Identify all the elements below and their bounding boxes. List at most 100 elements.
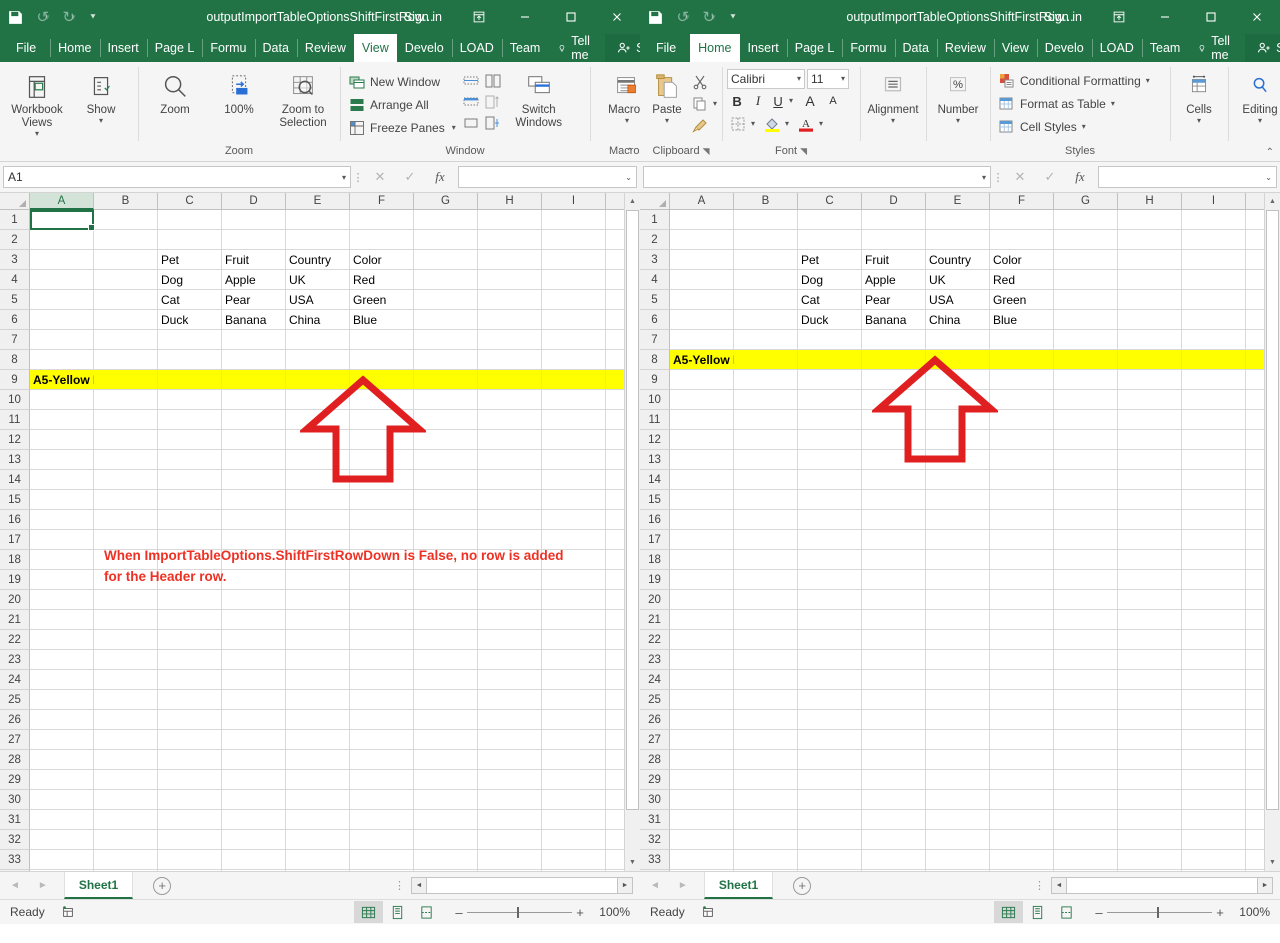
cell-A20[interactable] <box>30 590 94 610</box>
cell-B14[interactable] <box>94 470 158 490</box>
cell-C31[interactable] <box>158 810 222 830</box>
grid-row[interactable]: 20 <box>0 590 640 610</box>
grid-row[interactable]: 16 <box>0 510 640 530</box>
cell-F8[interactable] <box>990 350 1054 370</box>
cell-H31[interactable] <box>1118 810 1182 830</box>
cell-C11[interactable] <box>158 410 222 430</box>
cell-F7[interactable] <box>350 330 414 350</box>
cell-F27[interactable] <box>990 730 1054 750</box>
cell-D8[interactable] <box>862 350 926 370</box>
cell-A32[interactable] <box>30 830 94 850</box>
cell-C15[interactable] <box>158 490 222 510</box>
cell-D7[interactable] <box>222 330 286 350</box>
cell-E7[interactable] <box>286 330 350 350</box>
row-header-17[interactable]: 17 <box>0 530 30 550</box>
cell-I28[interactable] <box>1182 750 1246 770</box>
cell-A17[interactable] <box>670 530 734 550</box>
row-header-2[interactable]: 2 <box>640 230 670 250</box>
cell-H4[interactable] <box>478 270 542 290</box>
cell-I8[interactable] <box>542 350 606 370</box>
cell-H32[interactable] <box>478 830 542 850</box>
cell-D7[interactable] <box>862 330 926 350</box>
row-header-34[interactable]: 34 <box>0 870 30 871</box>
expand-formula-bar-icon[interactable]: ⌄ <box>1265 173 1272 182</box>
cell-E10[interactable] <box>926 390 990 410</box>
row-header-11[interactable]: 11 <box>640 410 670 430</box>
cell-E4[interactable]: UK <box>926 270 990 290</box>
cell-A28[interactable] <box>30 750 94 770</box>
normal-view-button[interactable] <box>354 901 383 923</box>
cell-C28[interactable] <box>158 750 222 770</box>
cell-D4[interactable]: Apple <box>862 270 926 290</box>
cell-G21[interactable] <box>1054 610 1118 630</box>
grid-row[interactable]: 12 <box>0 430 640 450</box>
cell-styles-button[interactable]: Cell Styles ▾ <box>995 115 1154 138</box>
cell-G1[interactable] <box>414 210 478 230</box>
cell-G18[interactable] <box>1054 550 1118 570</box>
cell-E1[interactable] <box>926 210 990 230</box>
cell-D14[interactable] <box>862 470 926 490</box>
cell-E32[interactable] <box>286 830 350 850</box>
cell-C18[interactable] <box>798 550 862 570</box>
grid-row[interactable]: 25 <box>0 690 640 710</box>
cell-A22[interactable] <box>30 630 94 650</box>
cell-H7[interactable] <box>478 330 542 350</box>
cell-E20[interactable] <box>926 590 990 610</box>
cell-B17[interactable] <box>94 530 158 550</box>
number-button[interactable]: % Number ▾ <box>931 67 985 128</box>
cell-I29[interactable] <box>542 770 606 790</box>
view-side-by-side-button[interactable] <box>482 70 504 91</box>
grid-row[interactable]: 27 <box>0 730 640 750</box>
cell-A34[interactable] <box>30 870 94 871</box>
cell-B32[interactable] <box>94 830 158 850</box>
tab-formulas[interactable]: Formu <box>842 34 894 62</box>
cell-F28[interactable] <box>350 750 414 770</box>
cell-C14[interactable] <box>158 470 222 490</box>
cell-I20[interactable] <box>1182 590 1246 610</box>
cell-A7[interactable] <box>30 330 94 350</box>
cell-B30[interactable] <box>94 790 158 810</box>
cell-H3[interactable] <box>1118 250 1182 270</box>
cell-I5[interactable] <box>1182 290 1246 310</box>
cell-B33[interactable] <box>94 850 158 870</box>
cell-D2[interactable] <box>222 230 286 250</box>
cell-A20[interactable] <box>670 590 734 610</box>
cell-G8[interactable] <box>414 350 478 370</box>
font-size-select[interactable]: 11 ▾ <box>807 69 849 89</box>
col-header-e[interactable]: E <box>286 193 350 210</box>
grid-row[interactable]: 11 <box>0 410 640 430</box>
cell-C5[interactable]: Cat <box>158 290 222 310</box>
cell-I11[interactable] <box>1182 410 1246 430</box>
cell-I19[interactable] <box>1182 570 1246 590</box>
cell-D5[interactable]: Pear <box>222 290 286 310</box>
grid-row[interactable]: 8A5-Yellow Line <box>640 350 1280 370</box>
cell-G8[interactable] <box>1054 350 1118 370</box>
cell-D18[interactable] <box>862 550 926 570</box>
cell-B30[interactable] <box>734 790 798 810</box>
cell-H2[interactable] <box>478 230 542 250</box>
cell-F26[interactable] <box>350 710 414 730</box>
cell-B19[interactable] <box>734 570 798 590</box>
cell-A8[interactable] <box>30 350 94 370</box>
cell-H2[interactable] <box>1118 230 1182 250</box>
cell-B16[interactable] <box>734 510 798 530</box>
cell-F1[interactable] <box>350 210 414 230</box>
cell-I34[interactable] <box>542 870 606 871</box>
row-header-24[interactable]: 24 <box>640 670 670 690</box>
cell-D32[interactable] <box>222 830 286 850</box>
cell-D25[interactable] <box>862 690 926 710</box>
cell-C15[interactable] <box>798 490 862 510</box>
save-icon[interactable] <box>640 0 670 34</box>
right-grid[interactable]: A B C D E F G H I 123PetFruitCountryColo… <box>640 193 1280 871</box>
cell-H16[interactable] <box>1118 510 1182 530</box>
cell-B15[interactable] <box>94 490 158 510</box>
cell-C9[interactable] <box>158 370 222 390</box>
cell-G22[interactable] <box>1054 630 1118 650</box>
grid-row[interactable]: 28 <box>640 750 1280 770</box>
cell-E15[interactable] <box>286 490 350 510</box>
chevron-down-icon[interactable]: ▾ <box>841 75 845 83</box>
grid-row[interactable]: 6DuckBananaChinaBlue <box>0 310 640 330</box>
cell-A1[interactable] <box>670 210 734 230</box>
cell-B19[interactable] <box>94 570 158 590</box>
grid-row[interactable]: 22 <box>0 630 640 650</box>
